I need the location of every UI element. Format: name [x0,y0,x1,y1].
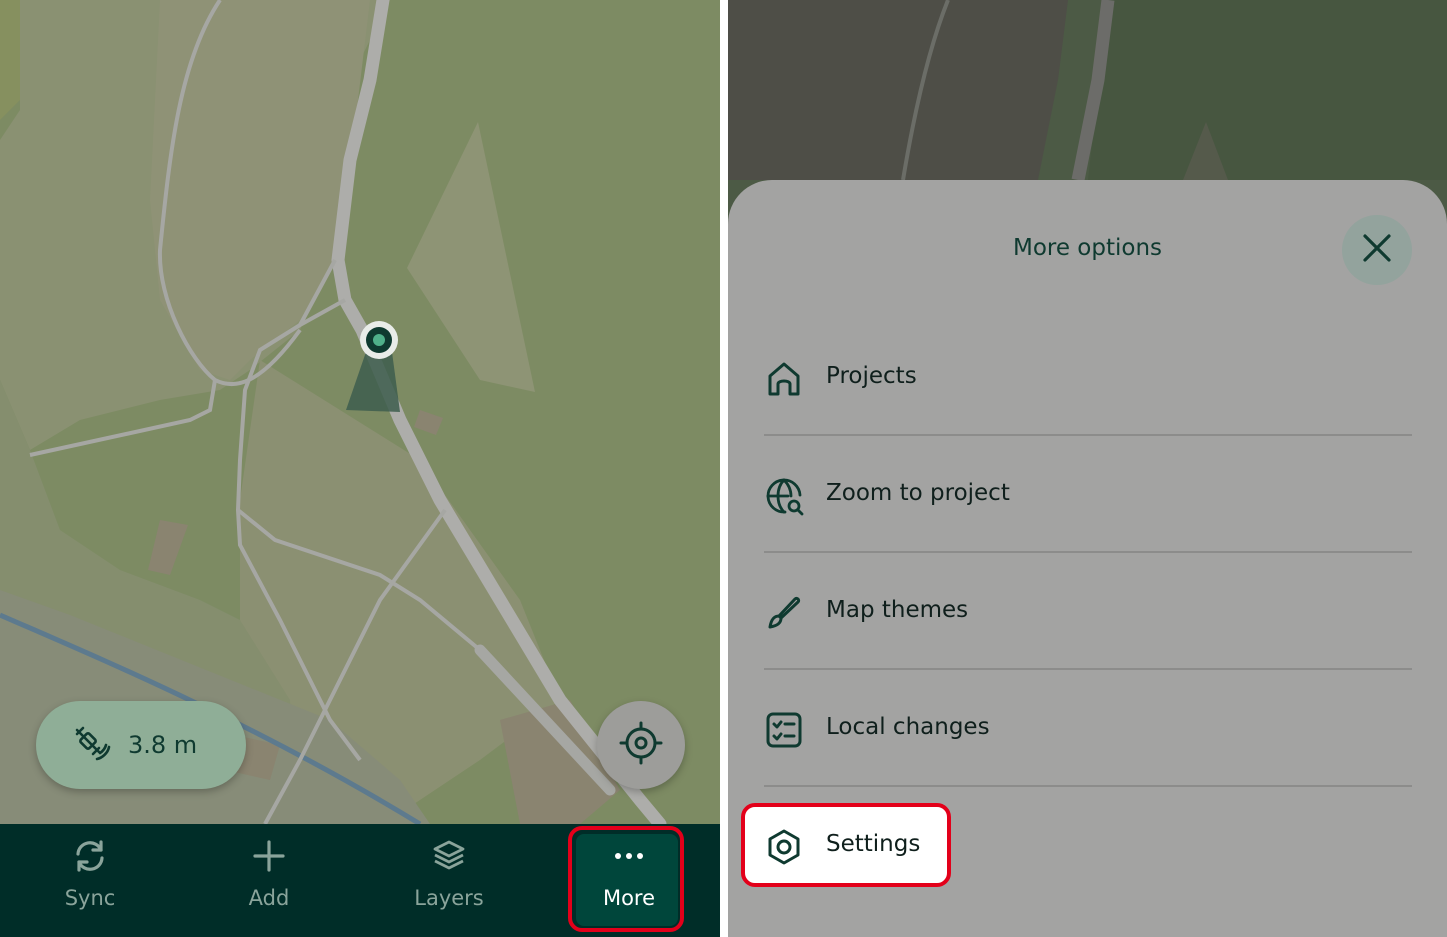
sheet-title: More options [1012,235,1163,261]
sync-icon [70,836,110,876]
menu-label-projects: Projects [826,363,917,389]
locate-me-button[interactable] [597,701,685,789]
nav-add-label: Add [248,886,290,910]
menu-label-settings: Settings [826,831,921,857]
crosshair-icon [619,721,663,769]
plus-icon [249,836,289,876]
map-canvas[interactable] [0,0,720,937]
more-options-screen: More options Projects Zoom to project Ma… [728,0,1447,937]
nav-sync-button[interactable]: Sync [0,824,180,937]
layers-icon [429,836,469,876]
satellite-icon [72,725,112,765]
menu-item-map-themes[interactable]: Map themes [764,553,1412,670]
brush-icon [764,593,804,633]
more-options-sheet: More options Projects Zoom to project Ma… [728,180,1447,937]
panel-divider [720,0,728,937]
gps-accuracy-pill[interactable]: 3.8 m [36,701,246,789]
gear-icon [764,827,804,867]
nav-add-button[interactable]: Add [179,824,359,937]
menu-label-zoom-to-project: Zoom to project [826,480,1010,506]
globe-search-icon [764,476,804,516]
home-icon [764,359,804,399]
menu-item-local-changes[interactable]: Local changes [764,670,1412,787]
menu-item-zoom-to-project[interactable]: Zoom to project [764,436,1412,553]
close-icon [1361,232,1393,268]
nav-layers-label: Layers [414,886,484,910]
checklist-icon [764,710,804,750]
menu-label-map-themes: Map themes [826,597,969,623]
map-screen: 3.8 m Sync Add Layers More [0,0,720,937]
menu-item-projects[interactable]: Projects [764,319,1412,436]
close-button[interactable] [1342,215,1412,285]
more-button-highlight [568,826,684,932]
nav-layers-button[interactable]: Layers [359,824,539,937]
menu-item-settings[interactable]: Settings [764,787,1412,904]
gps-accuracy-value: 3.8 m [128,731,198,759]
nav-sync-label: Sync [64,886,116,910]
menu-label-local-changes: Local changes [826,714,990,740]
